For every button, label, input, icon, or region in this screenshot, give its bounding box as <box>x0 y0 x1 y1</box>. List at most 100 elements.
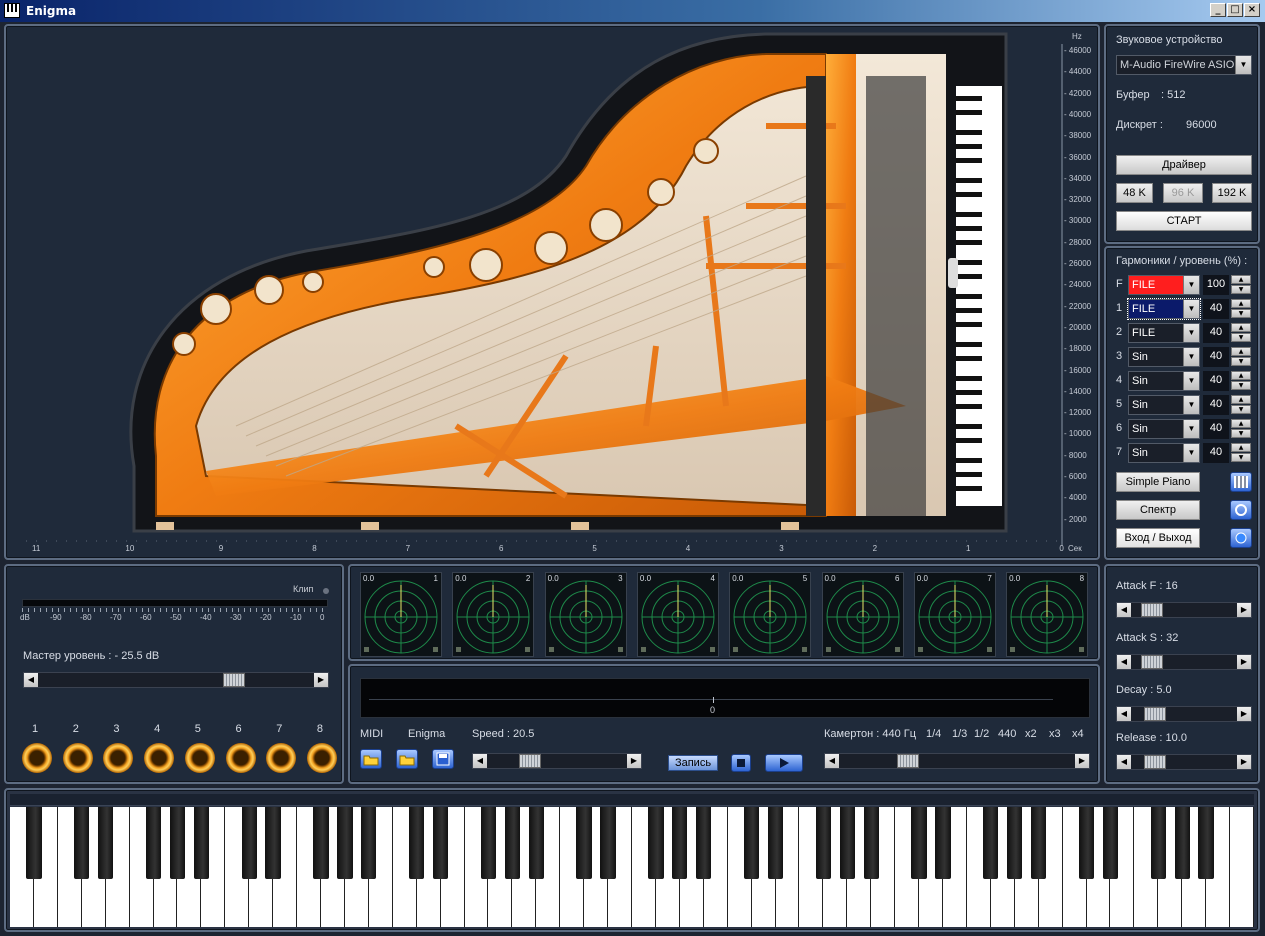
slider-left-arrow-icon[interactable]: ◀ <box>825 754 839 768</box>
black-key[interactable] <box>1150 807 1166 879</box>
harmonic-source-select[interactable]: FILE ▼ <box>1128 323 1200 343</box>
spin-down-icon[interactable]: ▼ <box>1231 357 1251 366</box>
slider-right-arrow-icon[interactable]: ▶ <box>1237 655 1251 669</box>
rate-48k-button[interactable]: 48 K <box>1116 183 1153 203</box>
play-icon[interactable] <box>765 754 803 772</box>
rate-96k-button[interactable]: 96 K <box>1163 183 1203 203</box>
harmonic-level-spinner[interactable]: ▲ ▼ <box>1231 395 1251 415</box>
slider-right-arrow-icon[interactable]: ▶ <box>627 754 641 768</box>
harmonic-level-spinner[interactable]: ▲ ▼ <box>1231 419 1251 439</box>
slider-right-arrow-icon[interactable]: ▶ <box>1237 755 1251 769</box>
black-key[interactable] <box>74 807 90 879</box>
harmonic-source-select[interactable]: Sin ▼ <box>1128 347 1200 367</box>
slider-thumb[interactable] <box>223 673 246 687</box>
black-key[interactable] <box>767 807 784 879</box>
black-key[interactable] <box>528 807 544 879</box>
black-key[interactable] <box>504 807 521 879</box>
black-key[interactable] <box>337 807 353 879</box>
harmonic-source-select[interactable]: Sin ▼ <box>1128 395 1200 415</box>
attack-f-slider[interactable]: ◀ ▶ <box>1116 602 1252 618</box>
spin-down-icon[interactable]: ▼ <box>1231 309 1251 318</box>
harmonic-source-select[interactable]: Sin ▼ <box>1128 419 1200 439</box>
decay-slider[interactable]: ◀ ▶ <box>1116 706 1252 722</box>
tuning-slider[interactable]: ◀ ▶ <box>824 753 1090 769</box>
master-level-slider[interactable]: ◀ ▶ <box>23 672 329 688</box>
open-midi-folder-icon[interactable] <box>360 749 382 769</box>
harmonic-level-spinner[interactable]: ▲ ▼ <box>1231 443 1251 463</box>
slider-left-arrow-icon[interactable]: ◀ <box>1117 755 1131 769</box>
black-key[interactable] <box>839 807 855 879</box>
start-button[interactable]: СТАРТ <box>1116 211 1252 231</box>
record-button[interactable]: Запись <box>668 755 718 771</box>
black-key[interactable] <box>409 807 425 879</box>
black-key[interactable] <box>600 807 616 879</box>
black-key[interactable] <box>361 807 377 879</box>
spin-up-icon[interactable]: ▲ <box>1231 419 1251 428</box>
channel-knob[interactable] <box>266 743 297 773</box>
harmonic-level-spinner[interactable]: ▲ ▼ <box>1231 275 1251 295</box>
rate-192k-button[interactable]: 192 K <box>1212 183 1252 203</box>
record-indicator-icon[interactable] <box>1230 528 1252 548</box>
black-key[interactable] <box>863 807 879 879</box>
channel-knob[interactable] <box>62 743 93 773</box>
slider-left-arrow-icon[interactable]: ◀ <box>1117 655 1131 669</box>
spin-up-icon[interactable]: ▲ <box>1231 275 1251 284</box>
timeline-display[interactable]: 0 <box>360 678 1090 718</box>
slider-right-arrow-icon[interactable]: ▶ <box>1075 754 1089 768</box>
black-key[interactable] <box>313 807 329 879</box>
slider-thumb[interactable] <box>1141 655 1164 669</box>
black-key[interactable] <box>480 807 497 879</box>
black-key[interactable] <box>1174 807 1190 879</box>
black-key[interactable] <box>432 807 449 879</box>
spectrum-button[interactable]: Спектр <box>1116 500 1200 520</box>
frequency-cursor-handle[interactable] <box>948 258 958 288</box>
black-key[interactable] <box>935 807 951 879</box>
harmonic-level-spinner[interactable]: ▲ ▼ <box>1231 323 1251 343</box>
minimize-button[interactable]: _ <box>1210 3 1226 17</box>
black-key[interactable] <box>1078 807 1095 879</box>
black-key[interactable] <box>815 807 832 879</box>
black-key[interactable] <box>696 807 712 879</box>
channel-knob[interactable] <box>103 743 134 773</box>
spin-down-icon[interactable]: ▼ <box>1231 405 1251 414</box>
spin-down-icon[interactable]: ▼ <box>1231 429 1251 438</box>
channel-knob[interactable] <box>22 743 52 773</box>
channel-knob[interactable] <box>306 743 337 773</box>
black-key[interactable] <box>265 807 281 879</box>
black-key[interactable] <box>169 807 186 879</box>
release-slider[interactable]: ◀ ▶ <box>1116 754 1252 770</box>
speed-slider[interactable]: ◀ ▶ <box>472 753 642 769</box>
white-key[interactable] <box>1230 807 1254 927</box>
spin-down-icon[interactable]: ▼ <box>1231 381 1251 390</box>
harmonic-source-select[interactable]: FILE ▼ <box>1127 298 1201 320</box>
black-key[interactable] <box>911 807 927 879</box>
piano-keyboard[interactable] <box>10 807 1254 927</box>
maximize-button[interactable]: □ <box>1227 3 1243 17</box>
slider-left-arrow-icon[interactable]: ◀ <box>24 673 38 687</box>
spin-up-icon[interactable]: ▲ <box>1231 299 1251 308</box>
black-key[interactable] <box>1031 807 1047 879</box>
io-button[interactable]: Вход / Выход <box>1116 528 1200 548</box>
slider-left-arrow-icon[interactable]: ◀ <box>1117 707 1131 721</box>
spin-down-icon[interactable]: ▼ <box>1231 453 1251 462</box>
harmonic-source-select[interactable]: Sin ▼ <box>1128 443 1200 463</box>
spin-up-icon[interactable]: ▲ <box>1231 443 1251 452</box>
channel-knob[interactable] <box>225 743 256 773</box>
black-key[interactable] <box>648 807 664 879</box>
keyboard-icon[interactable] <box>1230 472 1252 492</box>
close-button[interactable]: × <box>1244 3 1260 17</box>
black-key[interactable] <box>26 807 42 879</box>
black-key[interactable] <box>576 807 592 879</box>
slider-thumb[interactable] <box>518 754 541 768</box>
spin-down-icon[interactable]: ▼ <box>1231 333 1251 342</box>
black-key[interactable] <box>743 807 760 879</box>
black-key[interactable] <box>1102 807 1119 879</box>
slider-left-arrow-icon[interactable]: ◀ <box>473 754 487 768</box>
black-key[interactable] <box>241 807 257 879</box>
device-select[interactable]: M-Audio FireWire ASIO ▼ <box>1116 55 1252 75</box>
black-key[interactable] <box>672 807 688 879</box>
attack-s-slider[interactable]: ◀ ▶ <box>1116 654 1252 670</box>
slider-thumb[interactable] <box>1141 603 1164 617</box>
open-enigma-folder-icon[interactable] <box>396 749 418 769</box>
refresh-icon[interactable] <box>1230 500 1252 520</box>
